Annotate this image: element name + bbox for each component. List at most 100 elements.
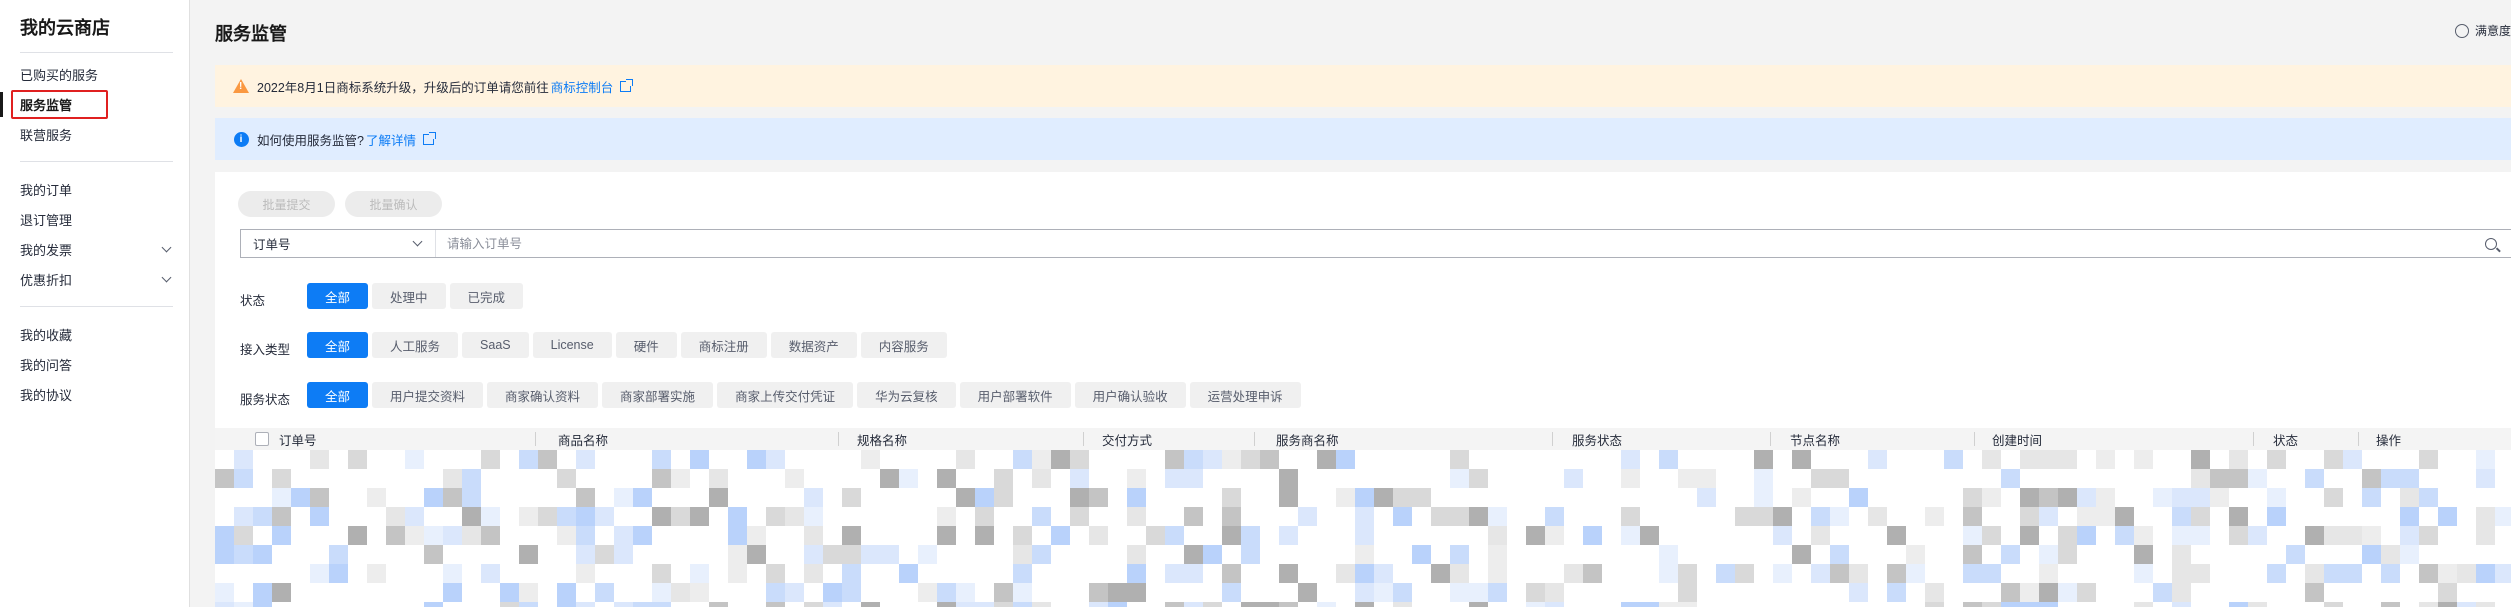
redacted-pixel [1070, 450, 1089, 469]
redacted-pixel [1374, 564, 1393, 583]
redacted-pixel [2172, 564, 2191, 583]
service-status-chip-huawei-review[interactable]: 华为云复核 [857, 382, 956, 408]
redacted-pixel [1146, 526, 1165, 545]
service-status-chip-merchant-confirm[interactable]: 商家确认资料 [487, 382, 599, 408]
sidebar-item-favorites[interactable]: 我的收藏 [20, 325, 173, 344]
sidebar-item-joint-services[interactable]: 联营服务 [20, 125, 173, 144]
redacted-pixel [2172, 583, 2191, 602]
redacted-pixel [1925, 583, 1944, 602]
service-status-chip-merchant-upload[interactable]: 商家上传交付凭证 [717, 382, 854, 408]
redacted-pixel [956, 583, 975, 602]
service-status-chip-user-accept[interactable]: 用户确认验收 [1074, 382, 1186, 408]
redacted-pixel [2495, 507, 2511, 526]
trademark-console-link[interactable]: 商标控制台 [551, 77, 614, 96]
chevron-down-icon[interactable] [159, 272, 173, 287]
redacted-pixel [576, 545, 595, 564]
redacted-pixel [728, 526, 747, 545]
search-field-select[interactable]: 订单号 [241, 230, 436, 257]
redacted-pixel [1184, 602, 1203, 607]
sidebar-item-my-qa[interactable]: 我的问答 [20, 355, 173, 374]
redacted-pixel [633, 602, 652, 607]
satisfaction-button[interactable]: 满意度 [2454, 22, 2511, 39]
column-separator[interactable] [535, 432, 536, 446]
sidebar-item-my-invoices[interactable]: 我的发票 [20, 240, 173, 259]
access-type-chip-saas[interactable]: SaaS [462, 332, 529, 358]
sidebar-item-discounts[interactable]: 优惠折扣 [20, 270, 173, 289]
column-header-product-name[interactable]: 商品名称 [558, 428, 608, 450]
service-status-chip-merchant-deploy[interactable]: 商家部署实施 [602, 382, 714, 408]
sidebar-item-my-agreements[interactable]: 我的协议 [20, 385, 173, 404]
column-separator[interactable] [1552, 432, 1553, 446]
redacted-pixel [2001, 469, 2020, 488]
redacted-pixel [291, 488, 310, 507]
status-chip-completed[interactable]: 已完成 [449, 283, 524, 309]
redacted-pixel [2438, 507, 2457, 526]
access-type-chip-all[interactable]: 全部 [307, 332, 369, 358]
redacted-pixel [462, 469, 481, 488]
redacted-pixel [918, 545, 937, 564]
redacted-pixel [1374, 488, 1393, 507]
column-header-actions[interactable]: 操作 [2376, 428, 2401, 450]
access-type-chip-trademark[interactable]: 商标注册 [680, 332, 767, 358]
column-header-node-name[interactable]: 节点名称 [1790, 428, 1840, 450]
redacted-pixel [1279, 564, 1298, 583]
status-filter-label: 状态 [240, 294, 266, 308]
batch-submit-button[interactable]: 批量提交 [238, 191, 335, 217]
sidebar-item-label: 已购买的服务 [20, 68, 99, 83]
column-header-spec-name[interactable]: 规格名称 [857, 428, 907, 450]
redacted-pixel [1678, 469, 1697, 488]
redacted-pixel [2096, 450, 2115, 469]
chevron-down-icon[interactable] [159, 242, 173, 257]
redacted-pixel [2324, 602, 2343, 607]
column-separator[interactable] [2358, 432, 2359, 446]
column-header-provider-name[interactable]: 服务商名称 [1276, 428, 1339, 450]
redacted-pixel [329, 564, 348, 583]
column-header-created-time[interactable]: 创建时间 [1992, 428, 2042, 450]
search-input[interactable] [436, 230, 2471, 257]
column-header-status[interactable]: 状态 [2273, 428, 2298, 450]
column-separator[interactable] [1083, 432, 1084, 446]
redacted-pixel [671, 583, 690, 602]
redacted-pixel [899, 564, 918, 583]
redacted-pixel [1165, 602, 1184, 607]
redacted-pixel [1754, 450, 1773, 469]
redacted-pixel [1982, 602, 2001, 607]
redacted-pixel [1431, 564, 1450, 583]
access-type-chip-manual[interactable]: 人工服务 [372, 332, 459, 358]
external-link-icon[interactable] [422, 131, 436, 145]
select-all-checkbox[interactable] [255, 428, 269, 450]
redacted-pixel [690, 507, 709, 526]
column-separator[interactable] [838, 432, 839, 446]
redacted-pixel [1773, 507, 1792, 526]
access-type-chip-data-assets[interactable]: 数据资产 [770, 332, 857, 358]
status-chip-processing[interactable]: 处理中 [372, 283, 446, 309]
column-separator[interactable] [1974, 432, 1975, 446]
sidebar-item-unsubscribe[interactable]: 退订管理 [20, 210, 173, 229]
external-link-icon[interactable] [620, 78, 634, 92]
access-type-chip-content[interactable]: 内容服务 [860, 332, 947, 358]
redacted-pixel [2191, 469, 2210, 488]
search-icon[interactable] [2471, 237, 2511, 250]
redacted-pixel [2115, 526, 2134, 545]
column-header-order-no[interactable]: 订单号 [279, 428, 317, 450]
access-type-chip-license[interactable]: License [532, 332, 612, 358]
service-status-chip-all[interactable]: 全部 [307, 382, 369, 408]
service-status-chip-user-submit[interactable]: 用户提交资料 [372, 382, 484, 408]
learn-more-link[interactable]: 了解详情 [366, 130, 416, 149]
column-separator[interactable] [1254, 432, 1255, 446]
access-type-chip-hardware[interactable]: 硬件 [615, 332, 677, 358]
service-status-chip-user-deploy[interactable]: 用户部署软件 [959, 382, 1071, 408]
batch-confirm-button[interactable]: 批量确认 [345, 191, 442, 217]
service-status-chip-appeal[interactable]: 运营处理申诉 [1189, 382, 1301, 408]
column-header-service-status[interactable]: 服务状态 [1572, 428, 1622, 450]
column-separator[interactable] [2253, 432, 2254, 446]
sidebar-item-my-orders[interactable]: 我的订单 [20, 180, 173, 199]
column-separator[interactable] [1770, 432, 1771, 446]
redacted-pixel [1621, 450, 1640, 469]
redacted-pixel [519, 602, 538, 607]
status-chip-all[interactable]: 全部 [307, 283, 369, 309]
redacted-pixel [1032, 602, 1051, 607]
redacted-pixel [861, 545, 880, 564]
column-header-delivery-method[interactable]: 交付方式 [1102, 428, 1152, 450]
sidebar-item-purchased-services[interactable]: 已购买的服务 [20, 65, 173, 84]
